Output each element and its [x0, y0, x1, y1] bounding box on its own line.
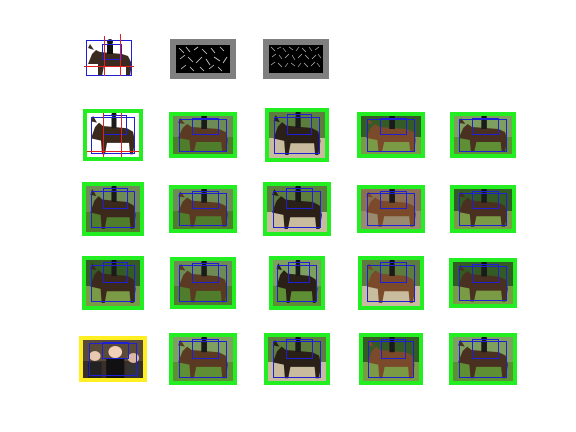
part-box: [286, 339, 313, 359]
true-positive-detection: [264, 333, 330, 385]
part-box: [286, 114, 313, 135]
true-positive-detection: [450, 185, 516, 233]
part-box: [380, 262, 407, 283]
part-box: [192, 117, 220, 135]
true-positive-detection: [169, 112, 237, 158]
true-positive-detection: [265, 108, 329, 162]
part-box: [472, 339, 500, 359]
part-line: [121, 109, 123, 161]
part-box: [192, 339, 220, 359]
part-box: [102, 341, 130, 359]
detection-results-figure: [0, 0, 576, 432]
true-positive-detection: [170, 257, 236, 309]
true-positive-detection: [269, 256, 325, 310]
part-box: [472, 190, 499, 209]
part-box: [192, 190, 220, 209]
true-positive-detection: [358, 256, 424, 310]
part-line: [120, 34, 121, 76]
part-box: [103, 188, 128, 209]
part-box: [380, 339, 407, 359]
true-positive-detection: [82, 182, 144, 236]
part-box: [472, 117, 499, 135]
true-positive-detection: [357, 112, 425, 158]
part-box: [288, 262, 311, 283]
true-positive-detection: [83, 109, 143, 161]
true-positive-detection: [449, 333, 517, 385]
part-box: [472, 264, 500, 283]
part-box: [380, 190, 408, 209]
hog-root-filter-icon: [170, 39, 236, 79]
part-box: [103, 262, 128, 283]
part-box: [103, 115, 128, 135]
part-box: [192, 263, 219, 283]
true-positive-detection: [169, 333, 237, 385]
part-line: [84, 66, 134, 67]
part-box: [102, 44, 122, 60]
model-root-view: [82, 34, 138, 80]
part-box: [380, 117, 408, 135]
true-positive-detection: [169, 185, 237, 233]
true-positive-detection: [450, 112, 516, 158]
part-line: [104, 36, 105, 76]
true-positive-detection: [82, 256, 144, 310]
part-line: [83, 150, 143, 152]
part-line: [103, 109, 105, 161]
false-positive-detection: [79, 336, 147, 382]
true-positive-detection: [357, 185, 425, 233]
true-positive-detection: [263, 182, 331, 236]
hog-part-filters-icon: [263, 39, 329, 79]
true-positive-detection: [359, 333, 423, 385]
part-box: [286, 188, 314, 209]
true-positive-detection: [449, 258, 517, 308]
